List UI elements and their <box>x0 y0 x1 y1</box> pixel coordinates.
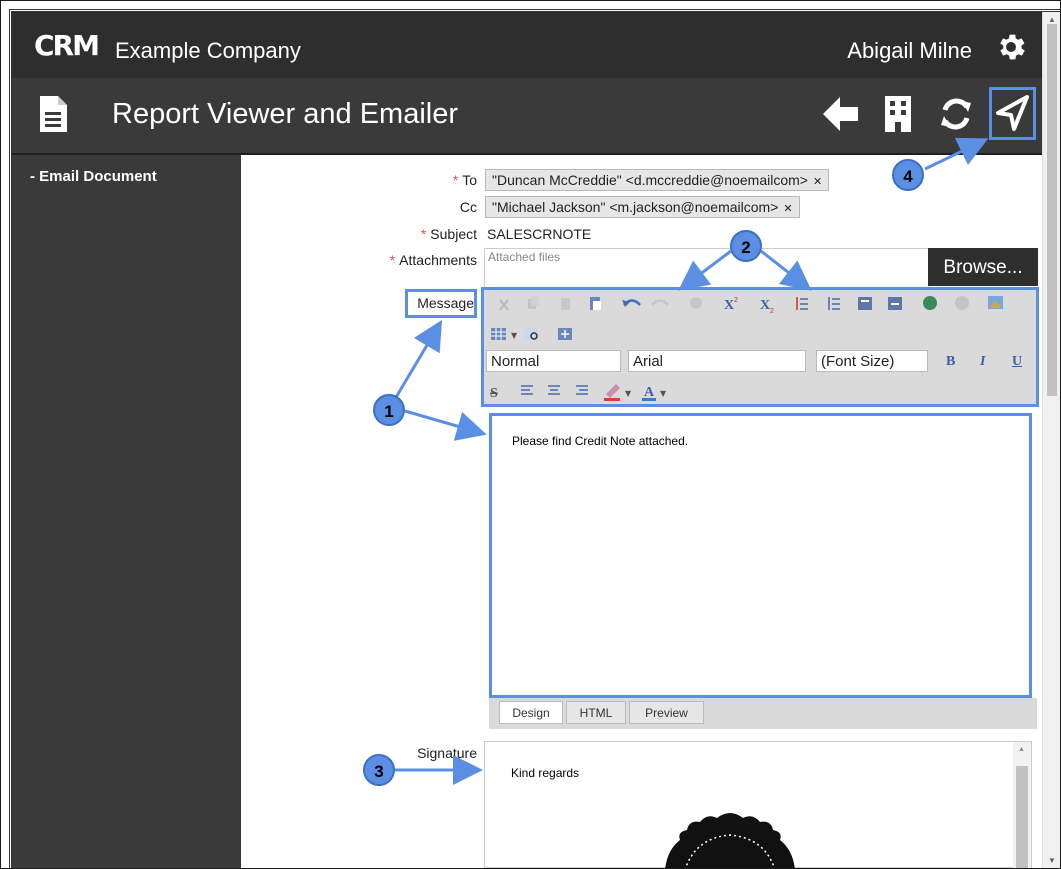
back-arrow-icon[interactable] <box>820 95 860 133</box>
paste-text-icon[interactable] <box>590 297 601 310</box>
callout-badge-2: 2 <box>730 230 762 262</box>
crm-logo[interactable]: CRM <box>34 32 100 60</box>
subject-value[interactable]: SALESCRNOTE <box>487 226 591 242</box>
callout-badge-4: 4 <box>892 159 924 191</box>
gear-icon[interactable] <box>994 30 1028 64</box>
subject-label: * Subject <box>331 226 477 242</box>
link-icon[interactable] <box>923 296 937 310</box>
strikethrough-icon[interactable]: S <box>490 386 498 401</box>
ordered-list-icon[interactable] <box>796 297 808 310</box>
app-window: CRM Example Company Abigail Milne Report… <box>0 0 1061 869</box>
sidebar: - Email Document <box>12 155 241 868</box>
required-marker: * <box>420 226 427 242</box>
remove-icon[interactable]: ✕ <box>783 203 792 215</box>
required-marker: * <box>389 252 396 268</box>
font-size-select[interactable]: (Font Size) <box>816 350 928 372</box>
send-button[interactable] <box>989 87 1036 140</box>
scrollbar-thumb[interactable] <box>1047 24 1057 396</box>
align-left-icon[interactable] <box>521 385 533 395</box>
image-icon[interactable] <box>988 296 1003 309</box>
collapse-icon: - <box>30 168 40 185</box>
callout-badge-1: 1 <box>373 394 405 426</box>
scrollbar-thumb[interactable] <box>1016 766 1028 868</box>
underline-button[interactable]: U <box>1012 354 1022 370</box>
sidebar-item-label: Email Document <box>39 168 157 185</box>
font-color-dropdown-icon[interactable]: ▼ <box>660 389 667 398</box>
scroll-down-icon[interactable]: ▼ <box>1048 856 1056 865</box>
send-icon <box>996 95 1029 131</box>
align-right-icon[interactable] <box>576 385 588 395</box>
unlink-icon[interactable] <box>955 296 969 310</box>
spellcheck-icon[interactable] <box>690 297 702 309</box>
to-label-text: To <box>462 172 477 188</box>
attachments-placeholder: Attached files <box>488 250 561 264</box>
page-title: Report Viewer and Emailer <box>112 98 459 130</box>
table-dropdown-icon[interactable]: ▼ <box>511 331 518 340</box>
document-icon <box>40 96 67 132</box>
attachments-label: * Attachments <box>331 252 477 268</box>
top-bar: CRM Example Company Abigail Milne <box>12 12 1042 78</box>
to-recipient-chip[interactable]: "Duncan McCreddie" <d.mccreddie@noemailc… <box>485 169 830 191</box>
paste-icon[interactable] <box>561 298 570 310</box>
table-icon[interactable] <box>491 328 506 340</box>
redo-icon[interactable] <box>651 299 669 306</box>
editor-mode-tabs: Design HTML Preview <box>489 698 1037 729</box>
italic-button[interactable]: I <box>980 354 985 370</box>
building-icon[interactable] <box>882 95 914 133</box>
seal-image <box>665 813 795 868</box>
cc-label: Cc <box>459 199 477 215</box>
scroll-up-icon[interactable]: ▲ <box>1018 746 1025 753</box>
superscript-icon[interactable]: X <box>724 298 734 313</box>
browse-button[interactable]: Browse... <box>928 248 1038 286</box>
page-header: Report Viewer and Emailer <box>12 78 1042 155</box>
signature-label: Signature <box>417 745 477 761</box>
highlight-color-icon[interactable] <box>604 384 620 401</box>
refresh-icon[interactable] <box>937 95 975 133</box>
fullscreen-icon[interactable] <box>558 328 572 340</box>
svg-text:2: 2 <box>734 297 738 304</box>
find-icon[interactable] <box>524 328 538 340</box>
tab-preview[interactable]: Preview <box>629 701 704 724</box>
signature-editor[interactable]: Kind regards ▲ <box>484 741 1032 868</box>
font-color-icon[interactable]: A <box>644 385 655 400</box>
recipient-text: "Michael Jackson" <m.jackson@noemailcom> <box>492 199 779 215</box>
signature-body: Kind regards <box>511 766 580 780</box>
paragraph-style-select[interactable]: Normal <box>486 350 621 372</box>
company-name: Example Company <box>115 38 301 63</box>
to-label: * To <box>381 172 477 188</box>
user-name[interactable]: Abigail Milne <box>847 38 972 64</box>
message-editor[interactable]: Please find Credit Note attached. <box>489 413 1032 698</box>
message-label-highlight <box>405 289 477 318</box>
page-scrollbar[interactable]: ▲ ▼ <box>1042 12 1060 868</box>
cc-recipient-chip[interactable]: "Michael Jackson" <m.jackson@noemailcom>… <box>485 196 800 218</box>
tab-html[interactable]: HTML <box>566 701 626 724</box>
message-body: Please find Credit Note attached. <box>512 434 689 448</box>
attachments-field[interactable]: Attached files <box>484 248 930 288</box>
toolbar-buttons: X 2 X 2 ▼ S ▼ A ▼ <box>490 296 1003 401</box>
subject-label-text: Subject <box>430 226 477 242</box>
highlight-dropdown-icon[interactable]: ▼ <box>625 389 632 398</box>
signature-scrollbar[interactable]: ▲ <box>1013 742 1031 868</box>
attachments-label-text: Attachments <box>399 252 477 268</box>
scroll-up-icon[interactable]: ▲ <box>1048 15 1056 24</box>
callout-badge-3: 3 <box>363 754 395 786</box>
bullet-list-icon[interactable] <box>828 297 840 310</box>
align-center-icon[interactable] <box>548 385 560 395</box>
cut-icon[interactable] <box>499 299 509 311</box>
outdent-icon[interactable] <box>888 297 902 310</box>
editor-toolbar: X 2 X 2 ▼ S ▼ A ▼ Normal Arial (Font Siz… <box>481 287 1039 407</box>
copy-icon[interactable] <box>528 296 539 309</box>
remove-icon[interactable]: ✕ <box>813 176 822 188</box>
font-family-select[interactable]: Arial <box>628 350 806 372</box>
tab-design[interactable]: Design <box>499 701 563 724</box>
recipient-text: "Duncan McCreddie" <d.mccreddie@noemailc… <box>492 172 808 188</box>
subscript-icon[interactable]: X <box>760 298 770 313</box>
undo-icon[interactable] <box>622 299 641 307</box>
indent-icon[interactable] <box>858 297 872 310</box>
required-marker: * <box>452 172 459 188</box>
bold-button[interactable]: B <box>946 354 955 370</box>
svg-text:2: 2 <box>770 308 774 315</box>
sidebar-item-email-document[interactable]: - Email Document <box>30 168 157 185</box>
